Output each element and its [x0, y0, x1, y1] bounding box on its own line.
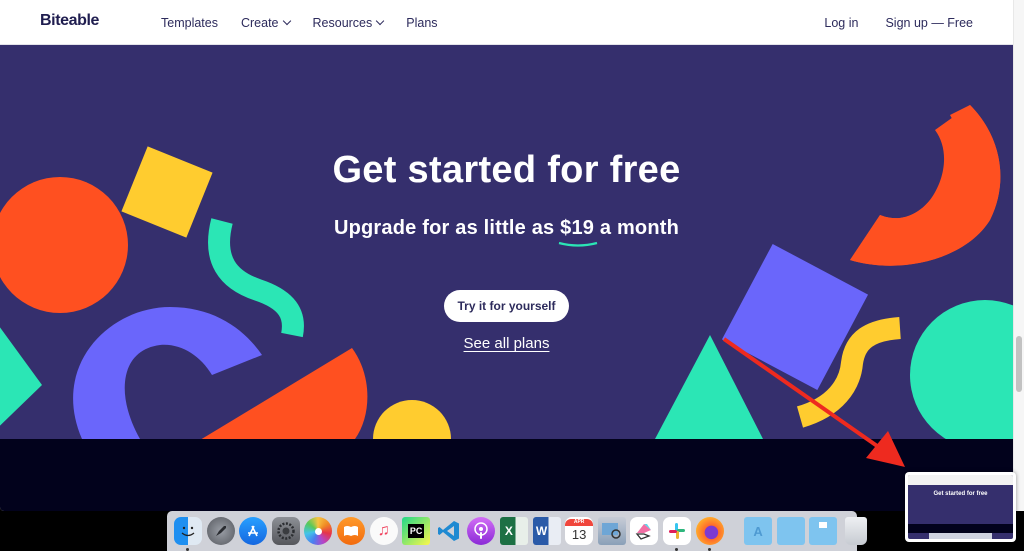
login-link[interactable]: Log in	[824, 16, 858, 30]
nav-item-templates[interactable]: Templates	[161, 16, 218, 30]
calendar-month: APR	[565, 518, 594, 526]
nav-item-create[interactable]: Create	[240, 16, 291, 30]
excel-icon[interactable]: X	[499, 517, 528, 545]
chevron-down-icon	[282, 16, 291, 26]
applications-folder-icon[interactable]: A	[744, 517, 773, 545]
photos-icon[interactable]	[304, 517, 333, 545]
word-icon[interactable]: W	[532, 517, 561, 545]
slack-icon[interactable]	[662, 517, 691, 551]
browser-page: Biteable Templates Create Resources Plan…	[0, 0, 1013, 511]
finder-icon[interactable]	[174, 517, 202, 551]
pen-app-icon[interactable]	[630, 517, 659, 545]
try-it-button[interactable]: Try it for yourself	[444, 290, 569, 322]
thumbnail-dark-band	[908, 524, 1013, 533]
thumbnail-dock	[929, 533, 992, 539]
nav-label: Plans	[406, 16, 438, 30]
nav-item-resources[interactable]: Resources	[312, 16, 385, 30]
hero-subtitle: Upgrade for as little as $19 a month	[0, 217, 1013, 247]
signup-link[interactable]: Sign up — Free	[885, 16, 973, 30]
site-header: Biteable Templates Create Resources Plan…	[0, 0, 1013, 45]
nav-label: Create	[240, 16, 279, 30]
dark-footer-band	[0, 439, 1013, 511]
scroll-thumb[interactable]	[1016, 336, 1022, 392]
teal-circle-shape	[910, 300, 1013, 439]
podcasts-icon[interactable]	[467, 517, 496, 545]
subtitle-text-after: a month	[594, 217, 680, 239]
price-value: $19	[560, 217, 595, 239]
launchpad-icon[interactable]	[206, 517, 235, 545]
pycharm-icon[interactable]: PC	[402, 517, 431, 545]
trash-icon[interactable]	[844, 517, 867, 545]
thumbnail-title: Get started for free	[933, 491, 988, 497]
desktop-screen: Biteable Templates Create Resources Plan…	[0, 0, 1024, 551]
yellow-semicircle-shape	[373, 400, 451, 439]
preview-icon[interactable]	[597, 517, 626, 545]
calendar-icon[interactable]: APR 13	[565, 517, 594, 545]
see-all-plans-link[interactable]: See all plans	[0, 335, 1013, 352]
subtitle-text-before: Upgrade for as little as	[333, 217, 561, 239]
music-icon[interactable]: ♫	[369, 517, 398, 545]
firefox-icon[interactable]	[695, 517, 724, 551]
thumbnail-preview: Get started for free	[908, 475, 1013, 539]
nav-item-plans[interactable]: Plans	[406, 16, 437, 30]
hero-section: Get started for free Upgrade for as litt…	[0, 45, 1013, 439]
price-highlight: $19	[558, 217, 598, 247]
documents-folder-icon[interactable]	[776, 517, 805, 545]
orange-circle-shape	[0, 177, 128, 313]
vscode-icon[interactable]	[435, 517, 463, 545]
nav-label: Resources	[312, 16, 373, 30]
macos-dock: ♫ PC X W APR 13 A	[167, 511, 867, 551]
decorative-shapes	[0, 105, 1013, 439]
thumbnail-header	[908, 475, 1013, 485]
nav-label: Templates	[161, 16, 218, 30]
hero-title: Get started for free	[332, 149, 681, 191]
app-store-icon[interactable]	[239, 517, 268, 545]
page-scrollbar[interactable]	[1013, 0, 1024, 511]
system-preferences-icon[interactable]	[271, 517, 300, 545]
downloads-folder-icon[interactable]	[809, 517, 838, 545]
books-icon[interactable]	[336, 517, 365, 545]
screenshot-thumbnail[interactable]: Get started for free	[905, 472, 1016, 542]
chevron-down-icon	[376, 16, 385, 26]
main-nav: Templates Create Resources Plans	[161, 16, 461, 30]
biteable-logo[interactable]: Biteable	[40, 12, 99, 30]
teal-triangle-shape	[0, 327, 42, 426]
price-underline-icon	[558, 241, 598, 247]
auth-links: Log in Sign up — Free	[797, 16, 973, 30]
calendar-day: 13	[571, 526, 587, 542]
violet-arc-shape	[73, 307, 263, 439]
